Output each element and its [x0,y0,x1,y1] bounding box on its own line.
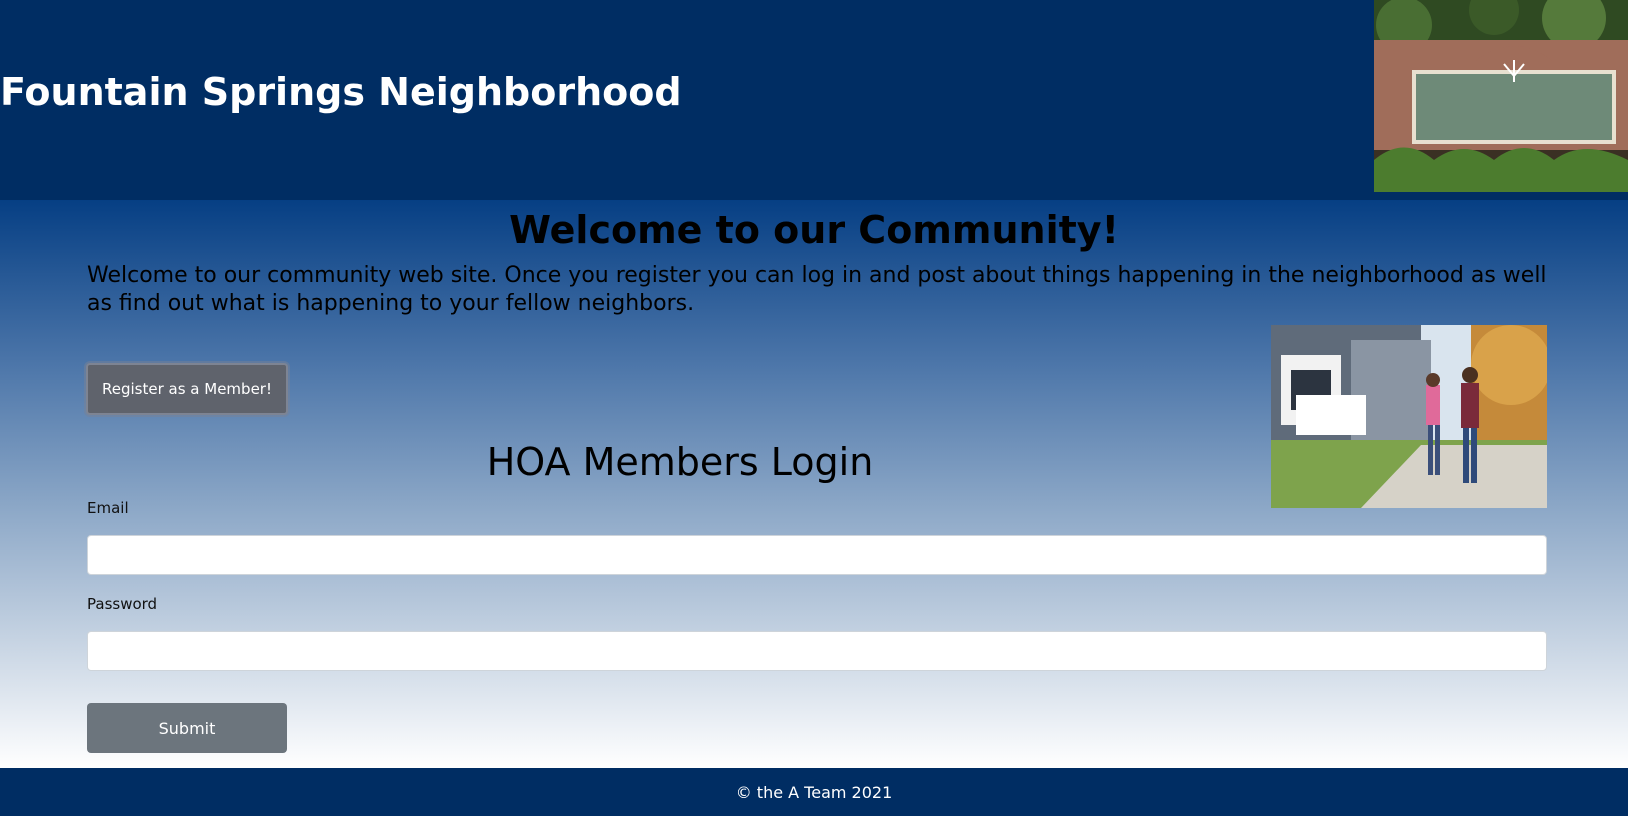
submit-button[interactable]: Submit [87,703,287,753]
register-button[interactable]: Register as a Member! [86,363,288,415]
neighborhood-sign-photo [1374,0,1628,192]
password-input[interactable] [87,631,1547,671]
welcome-heading: Welcome to our Community! [509,208,1119,252]
site-header: Fountain Springs Neighborhood [0,0,1628,200]
site-footer: © the A Team 2021 [0,768,1628,816]
login-heading: HOA Members Login [486,440,874,484]
password-label: Password [87,595,158,613]
email-label: Email [87,499,129,517]
neighbors-walking-photo [1271,325,1547,508]
main-content: Welcome to our Community! Welcome to our… [0,200,1628,768]
welcome-text: Welcome to our community web site. Once … [87,263,1547,316]
site-title: Fountain Springs Neighborhood [0,70,682,114]
footer-copyright: © the A Team 2021 [735,782,893,802]
email-input[interactable] [87,535,1547,575]
